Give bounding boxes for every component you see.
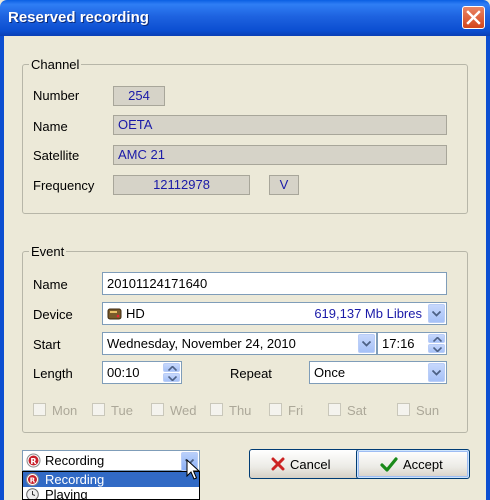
channel-number-value: 254 — [113, 86, 165, 106]
start-time-input[interactable]: 17:16 — [377, 332, 447, 355]
mode-option-label: Recording — [45, 472, 105, 487]
start-date-value: Wednesday, November 24, 2010 — [107, 336, 296, 351]
mode-option-label: Playing — [45, 487, 88, 500]
event-name-label: Name — [33, 277, 68, 292]
mouse-cursor-icon — [186, 458, 201, 484]
channel-name-value: OETA — [113, 115, 447, 135]
channel-name-label: Name — [33, 119, 68, 134]
length-value: 00:10 — [107, 365, 140, 380]
length-spinner[interactable] — [163, 363, 180, 382]
spin-down-button[interactable] — [163, 373, 180, 382]
chevron-down-icon — [168, 376, 177, 381]
day-label-sat: Sat — [347, 403, 367, 418]
close-button[interactable] — [462, 6, 485, 29]
chevron-down-icon — [432, 311, 441, 317]
repeat-label: Repeat — [230, 366, 272, 381]
record-icon: R — [26, 453, 41, 471]
start-date-picker[interactable]: Wednesday, November 24, 2010 — [102, 332, 377, 355]
length-input[interactable]: 00:10 — [102, 361, 182, 384]
channel-satellite-label: Satellite — [33, 148, 80, 163]
repeat-value: Once — [314, 365, 346, 380]
start-time-spinner[interactable] — [428, 334, 445, 353]
cancel-label: Cancel — [290, 457, 331, 472]
start-label: Start — [33, 337, 61, 352]
window-frame-right — [486, 36, 490, 500]
day-checkbox-sun[interactable] — [397, 403, 410, 416]
day-checkbox-tue[interactable] — [92, 403, 105, 416]
repeat-dropdown-button[interactable] — [428, 363, 445, 382]
device-free-space: 619,137 Mb Libres — [314, 306, 422, 321]
device-label: Device — [33, 307, 73, 322]
chevron-down-icon — [433, 347, 442, 352]
day-label-wed: Wed — [170, 403, 197, 418]
mode-option-recording[interactable]: R Recording — [23, 472, 199, 487]
accept-label: Accept — [403, 457, 443, 472]
day-checkbox-fri[interactable] — [269, 403, 282, 416]
close-icon — [466, 10, 481, 25]
channel-legend: Channel — [29, 57, 82, 72]
day-checkbox-thu[interactable] — [210, 403, 223, 416]
spin-up-button[interactable] — [163, 363, 180, 372]
device-value: HD — [126, 306, 145, 321]
day-label-tue: Tue — [111, 403, 133, 418]
repeat-dropdown[interactable]: Once — [309, 361, 447, 384]
x-icon — [271, 457, 285, 474]
start-date-dropdown-button[interactable] — [358, 334, 375, 353]
svg-text:R: R — [30, 457, 36, 466]
harddisk-icon — [107, 306, 123, 327]
day-checkbox-wed[interactable] — [151, 403, 164, 416]
start-time-value: 17:16 — [382, 336, 415, 351]
cancel-button[interactable]: Cancel — [249, 449, 365, 479]
mode-dropdown[interactable]: R Recording — [22, 450, 200, 471]
device-dropdown[interactable]: HD 619,137 Mb Libres — [102, 302, 447, 325]
spin-up-button[interactable] — [428, 334, 445, 343]
mode-option-playing[interactable]: Playing — [23, 487, 199, 500]
device-dropdown-button[interactable] — [428, 304, 445, 323]
spin-down-button[interactable] — [428, 344, 445, 353]
mode-dropdown-list: R Recording Playing — [22, 471, 200, 500]
window-frame-left — [0, 36, 4, 500]
day-checkbox-mon[interactable] — [33, 403, 46, 416]
day-label-thu: Thu — [229, 403, 252, 418]
channel-polarization-value: V — [269, 175, 299, 195]
chevron-down-icon — [432, 370, 441, 376]
chevron-down-icon — [362, 341, 371, 347]
accept-button[interactable]: Accept — [356, 449, 470, 479]
window-title: Reserved recording — [8, 9, 149, 26]
chevron-up-icon — [433, 337, 442, 342]
event-name-input[interactable]: 20101124171640 — [102, 272, 447, 295]
day-label-fri: Fri — [288, 403, 304, 418]
clock-icon — [26, 488, 39, 499]
mode-selected-value: Recording — [45, 453, 105, 468]
title-bar[interactable]: Reserved recording — [0, 0, 490, 36]
channel-frequency-value: 12112978 — [113, 175, 250, 195]
svg-text:R: R — [30, 477, 36, 485]
checkmark-icon — [380, 457, 398, 476]
chevron-up-icon — [168, 366, 177, 371]
day-label-mon: Mon — [52, 403, 78, 418]
length-label: Length — [33, 366, 73, 381]
channel-satellite-value: AMC 21 — [113, 145, 447, 165]
day-label-sun: Sun — [416, 403, 440, 418]
event-legend: Event — [29, 244, 67, 259]
day-checkbox-sat[interactable] — [328, 403, 341, 416]
channel-number-label: Number — [33, 88, 80, 103]
channel-frequency-label: Frequency — [33, 178, 95, 193]
